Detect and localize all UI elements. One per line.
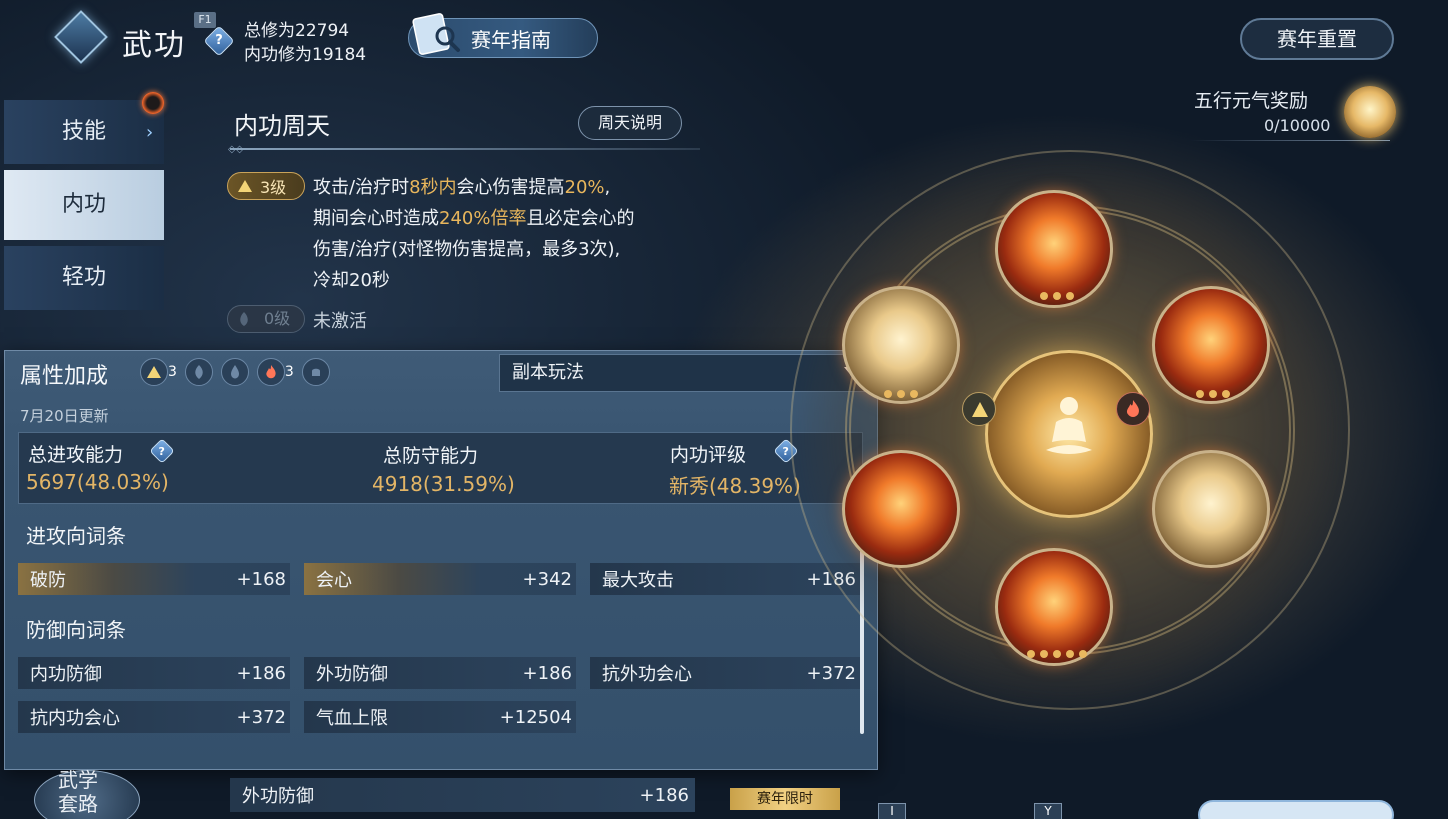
stat-cell: 抗内功会心 +372	[18, 701, 290, 733]
gold-node-upper-left[interactable]	[842, 286, 960, 404]
tab-skill[interactable]: 技能	[4, 100, 164, 164]
reward-divider	[1190, 140, 1390, 141]
water-icon[interactable]	[220, 358, 249, 386]
node-level-dots	[1027, 650, 1087, 658]
season-reset-button[interactable]: 赛年重置	[1240, 18, 1394, 60]
bottom-action-button[interactable]	[1198, 800, 1394, 819]
fire-icon[interactable]	[256, 358, 285, 386]
stat-cell: 破防 +168	[18, 563, 290, 595]
node-level-dots	[1196, 390, 1230, 398]
meditation-figure-icon	[1046, 397, 1092, 454]
stat-cell: 会心 +342	[304, 563, 576, 595]
zhoutian-description: 攻击/治疗时8秒内会心伤害提高20%, 期间会心时造成240%倍率且必定会心的 …	[313, 177, 635, 291]
neigong-rating-label: 内功评级	[670, 444, 747, 466]
node-level-dots	[884, 390, 918, 398]
mountain-icon	[238, 180, 252, 192]
gold-node-lower-right[interactable]	[1152, 450, 1270, 568]
neigong-rating-value: 新秀(48.39%)	[669, 474, 801, 498]
bell-icon[interactable]	[301, 358, 330, 386]
defense-group-title: 防御向词条	[26, 618, 126, 642]
fire-node-upper-right[interactable]	[1152, 286, 1270, 404]
node-level-dots	[1040, 292, 1074, 300]
mountain-element-icon	[962, 392, 996, 426]
element-counters: 3 3	[140, 358, 330, 386]
wugong-logo-icon	[54, 10, 108, 64]
update-date: 7月20日更新	[20, 407, 109, 425]
help-icon[interactable]: ?	[203, 25, 235, 57]
page-title: 武功	[122, 28, 186, 63]
notification-orb-icon	[142, 92, 164, 114]
neigong-cultivation: 内功修为19184	[244, 45, 367, 65]
hotkey-badge: F1	[194, 12, 216, 28]
guide-book-icon	[412, 13, 460, 55]
reward-label: 五行元气奖励	[1194, 90, 1309, 112]
tab-qinggong[interactable]: 轻功	[4, 246, 164, 310]
stat-cell: 抗外功会心 +372	[590, 657, 860, 689]
level-badge-active: 3级	[227, 172, 305, 200]
meditation-reward-icon[interactable]	[1344, 86, 1396, 138]
attack-group-title: 进攻向词条	[26, 524, 126, 548]
attack-ability-value: 5697(48.03%)	[26, 470, 169, 494]
stat-cell: 内功防御 +186	[18, 657, 290, 689]
inactive-label: 未激活	[313, 311, 367, 332]
season-limited-tag: 赛年限时	[730, 788, 840, 810]
tab-neigong[interactable]: 内功	[4, 170, 164, 240]
hotkey-y-badge: Y	[1034, 803, 1062, 819]
stat-cell: 气血上限 +12504	[304, 701, 576, 733]
chevron-right-icon: ›	[146, 122, 154, 143]
leaf-icon[interactable]	[184, 358, 213, 386]
defense-ability-label: 总防守能力	[383, 445, 479, 467]
fire-node-lower-left[interactable]	[842, 450, 960, 568]
stat-cell: 最大攻击 +186	[590, 563, 860, 595]
reward-count: 0/10000	[1264, 116, 1331, 135]
fire-node-top[interactable]	[995, 190, 1113, 308]
attack-ability-label: 总进攻能力	[28, 444, 124, 466]
panel-title: 属性加成	[20, 364, 109, 389]
divider-ornament-icon: ◇◇	[228, 144, 244, 155]
total-cultivation: 总修为22794	[244, 21, 350, 41]
fire-node-bottom[interactable]	[995, 548, 1113, 666]
fire-element-icon	[1116, 392, 1150, 426]
stat-row: 外功防御 +186	[230, 778, 695, 812]
section-title: 内功周天	[234, 112, 330, 140]
section-divider	[230, 148, 700, 150]
wuxue-taolu-label: 武学 套路	[58, 768, 98, 816]
zhoutian-explain-button[interactable]: 周天说明	[578, 106, 682, 140]
leaf-icon	[240, 312, 248, 326]
mountain-icon[interactable]	[140, 358, 168, 386]
hotkey-i-badge: I	[878, 803, 906, 819]
defense-ability-value: 4918(31.59%)	[372, 472, 515, 496]
stat-cell: 外功防御 +186	[304, 657, 576, 689]
